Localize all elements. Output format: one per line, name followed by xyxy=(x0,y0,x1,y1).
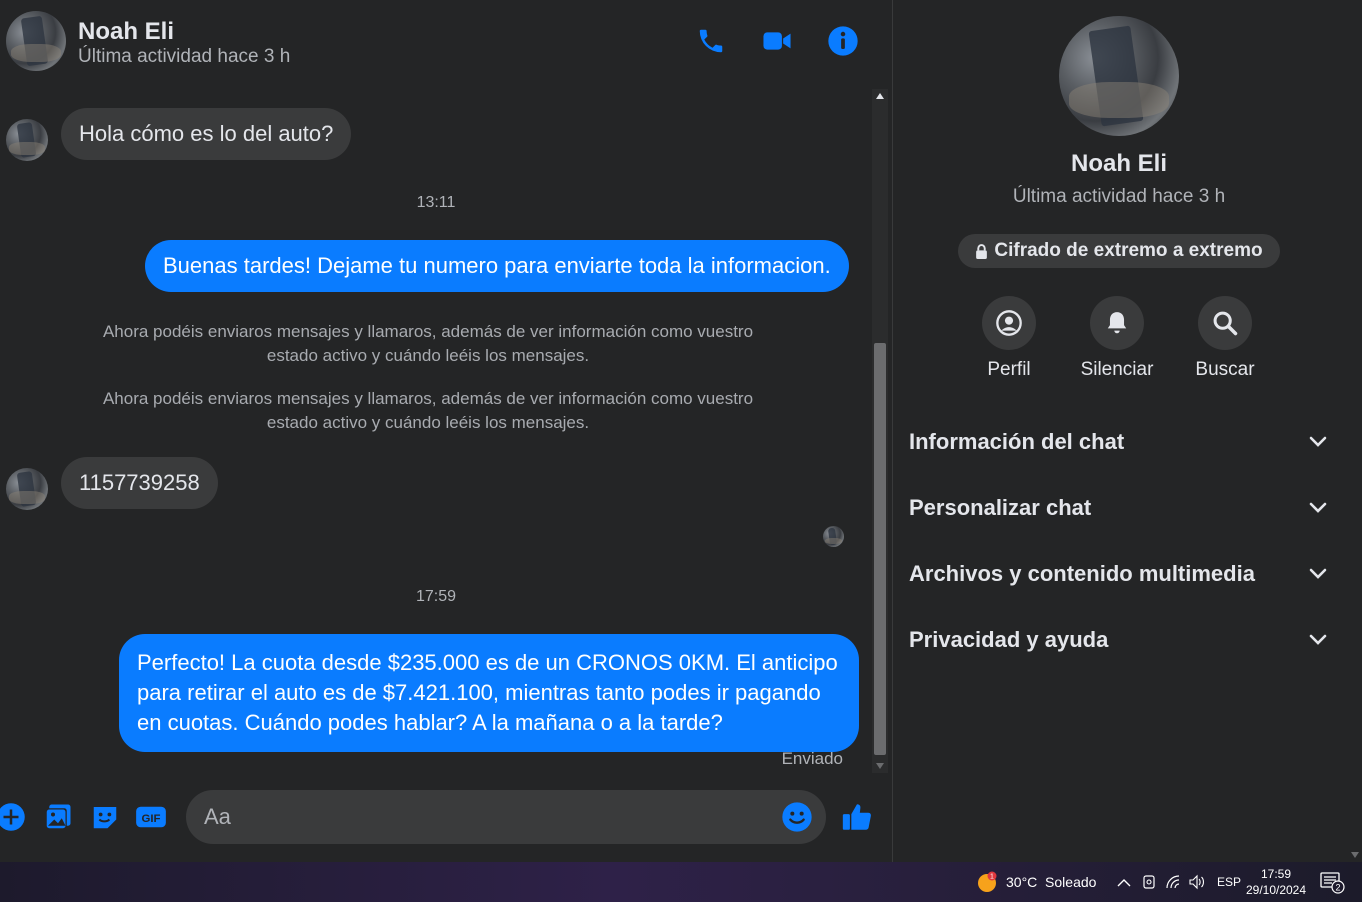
message-avatar[interactable] xyxy=(6,468,48,510)
chevron-down-icon xyxy=(1309,634,1327,645)
profile-icon xyxy=(996,310,1022,336)
wifi-icon[interactable] xyxy=(1165,862,1181,902)
speaker-icon xyxy=(1189,874,1204,890)
conversation-details-panel: Noah Eli Última actividad hace 3 h Cifra… xyxy=(892,0,1362,862)
info-icon xyxy=(828,26,858,56)
encryption-badge[interactable]: Cifrado de extremo a extremo xyxy=(958,234,1280,268)
sticker-button[interactable] xyxy=(88,800,122,834)
section-label: Información del chat xyxy=(909,429,1125,454)
windows-taskbar: 1 30°C Soleado ESP 17:59 29/10/2024 2 xyxy=(0,862,1362,902)
message-bubble-outgoing[interactable]: Perfecto! La cuota desde $235.000 es de … xyxy=(119,634,859,752)
show-hidden-icons-button[interactable] xyxy=(1117,862,1131,902)
section-label: Personalizar chat xyxy=(909,495,1092,520)
wifi-icon-glyph xyxy=(1166,875,1180,889)
section-customize-chat[interactable]: Personalizar chat xyxy=(909,483,1327,533)
encryption-label: Cifrado de extremo a extremo xyxy=(994,240,1263,261)
attach-image-button[interactable] xyxy=(41,800,75,834)
panel-avatar[interactable] xyxy=(1059,16,1179,136)
lock-icon xyxy=(976,243,988,259)
message-composer: GIF xyxy=(0,786,892,850)
mute-action-label: Silenciar xyxy=(1080,359,1154,380)
system-message: Ahora podéis enviaros mensajes y llamaro… xyxy=(102,322,754,365)
weather-text: 30°C Soleado xyxy=(1006,874,1097,890)
panel-contact-status: Última actividad hace 3 h xyxy=(1012,186,1226,207)
call-button[interactable] xyxy=(694,24,728,58)
message-bubble-outgoing[interactable]: Buenas tardes! Dejame tu numero para env… xyxy=(145,240,849,292)
message-avatar[interactable] xyxy=(6,119,48,161)
message-timestamp: 17:59 xyxy=(415,588,457,605)
emoji-icon xyxy=(782,802,812,832)
notification-center-button[interactable]: 2 xyxy=(1318,862,1346,902)
phone-icon xyxy=(699,29,723,53)
video-call-button[interactable] xyxy=(760,24,794,58)
meet-now-icon[interactable] xyxy=(1141,862,1157,902)
meet-now-icon-glyph xyxy=(1143,875,1155,889)
section-label: Privacidad y ayuda xyxy=(909,627,1109,652)
gif-button[interactable]: GIF xyxy=(134,800,168,834)
scroll-down-arrow[interactable] xyxy=(1351,852,1359,858)
gif-icon: GIF xyxy=(136,806,166,828)
clock-date: 29/10/2024 xyxy=(1245,883,1307,897)
contact-name[interactable]: Noah Eli xyxy=(78,18,174,46)
clock-time: 17:59 xyxy=(1260,867,1292,881)
search-action-circle[interactable] xyxy=(1198,296,1252,350)
chevron-down-icon xyxy=(1309,568,1327,579)
like-button[interactable] xyxy=(840,800,874,834)
system-message: Ahora podéis enviaros mensajes y llamaro… xyxy=(102,389,754,432)
section-privacy-help[interactable]: Privacidad y ayuda xyxy=(909,615,1327,665)
volume-icon[interactable] xyxy=(1188,862,1206,902)
profile-action-label: Perfil xyxy=(987,359,1031,380)
sticker-icon xyxy=(93,807,117,829)
section-media-files[interactable]: Archivos y contenido multimedia xyxy=(909,549,1327,599)
message-input[interactable] xyxy=(186,790,826,844)
profile-action[interactable]: Perfil xyxy=(964,296,1054,381)
emoji-button[interactable] xyxy=(780,800,814,834)
more-actions-button[interactable] xyxy=(0,800,28,834)
read-receipt-avatar xyxy=(823,526,844,547)
input-language[interactable]: ESP xyxy=(1217,862,1241,902)
chat-header: Noah Eli Última actividad hace 3 h xyxy=(0,0,892,84)
scroll-up-arrow[interactable] xyxy=(872,89,888,103)
delivery-status: Enviado xyxy=(781,749,843,768)
search-action-label: Buscar xyxy=(1195,359,1255,380)
image-icon xyxy=(45,804,71,830)
message-timestamp: 13:11 xyxy=(416,194,456,211)
video-camera-icon xyxy=(763,32,791,50)
message-bubble-incoming[interactable]: Hola cómo es lo del auto? xyxy=(61,108,352,160)
scroll-down-arrow[interactable] xyxy=(872,759,888,773)
contact-status: Última actividad hace 3 h xyxy=(78,46,291,67)
clock[interactable]: 17:59 29/10/2024 xyxy=(1244,862,1308,902)
weather-widget[interactable]: 1 30°C Soleado xyxy=(976,862,1096,902)
chevron-up-icon xyxy=(1117,878,1131,886)
contact-avatar[interactable] xyxy=(6,11,66,71)
bell-icon xyxy=(1107,312,1127,334)
svg-text:GIF: GIF xyxy=(141,813,160,825)
chevron-down-icon xyxy=(1309,436,1327,447)
section-label: Archivos y contenido multimedia xyxy=(909,561,1255,586)
scroll-thumb[interactable] xyxy=(874,343,886,755)
chevron-down-icon xyxy=(1309,502,1327,513)
notification-icon: 2 xyxy=(1320,872,1345,894)
mute-action[interactable]: Silenciar xyxy=(1072,296,1162,381)
chat-scrollbar[interactable] xyxy=(872,89,888,773)
svg-text:1: 1 xyxy=(990,874,994,881)
search-icon xyxy=(1213,311,1238,336)
search-action[interactable]: Buscar xyxy=(1180,296,1270,381)
plus-icon xyxy=(0,803,25,831)
info-button[interactable] xyxy=(826,24,860,58)
sun-icon: 1 xyxy=(978,871,997,892)
message-bubble-incoming[interactable]: 1157739258 xyxy=(61,457,218,509)
mute-action-circle[interactable] xyxy=(1090,296,1144,350)
chat-window: Noah Eli Última actividad hace 3 h Hola … xyxy=(0,0,892,862)
panel-contact-name: Noah Eli xyxy=(1070,150,1167,177)
section-chat-info[interactable]: Información del chat xyxy=(909,417,1327,467)
profile-action-circle[interactable] xyxy=(982,296,1036,350)
like-icon xyxy=(842,804,871,830)
svg-text:2: 2 xyxy=(1335,883,1340,893)
message-list[interactable]: Hola cómo es lo del auto? 13:11 Buenas t… xyxy=(0,88,872,778)
panel-scrollbar[interactable] xyxy=(1348,0,1362,862)
